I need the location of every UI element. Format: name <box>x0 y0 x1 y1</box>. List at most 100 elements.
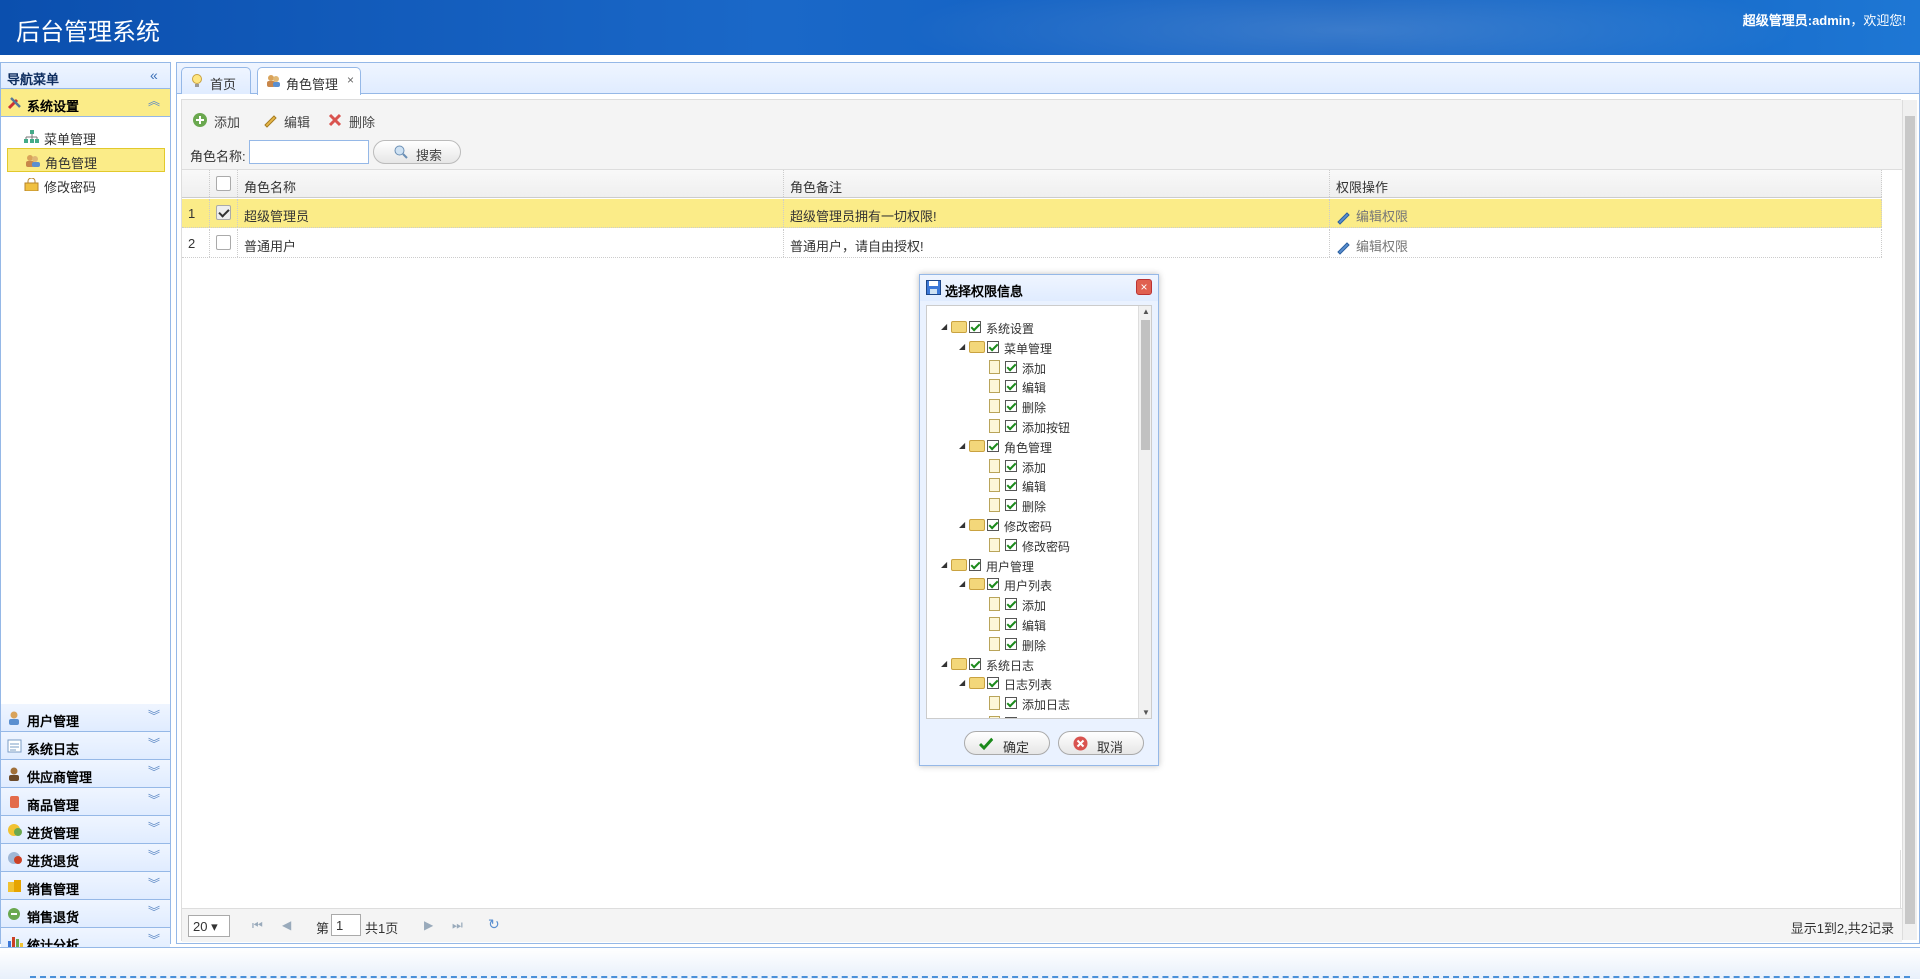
tree-checkbox[interactable] <box>969 321 981 333</box>
tab-role-management[interactable]: 角色管理 × <box>257 67 361 95</box>
section-user-management[interactable]: 用户管理 ︾ <box>1 704 170 732</box>
tree-node[interactable]: 添加日志 <box>927 694 1137 712</box>
page-size-select[interactable]: 20 ▾ <box>188 915 230 937</box>
expand-arrow-icon[interactable]: ◢ <box>959 342 967 351</box>
section-system-settings[interactable]: 系统设置 ︽ <box>1 89 170 117</box>
tree-scrollbar-thumb[interactable] <box>1141 320 1150 450</box>
tree-checkbox[interactable] <box>969 558 981 571</box>
search-button[interactable]: 搜索 <box>373 140 461 164</box>
expand-arrow-icon[interactable]: ◢ <box>959 520 967 529</box>
tree-node[interactable]: ◢ 系统设置 <box>927 318 1137 336</box>
sidebar-item-menu-management[interactable]: 菜单管理 <box>7 125 165 149</box>
page-number-input[interactable]: 1 <box>331 914 361 936</box>
tree-node[interactable]: 删除 <box>927 496 1137 514</box>
confirm-button[interactable]: 确定 <box>964 731 1050 755</box>
tree-checkbox[interactable] <box>1005 538 1017 551</box>
sidebar-item-change-password[interactable]: 修改密码 <box>7 173 165 197</box>
tree-checkbox[interactable] <box>1005 459 1017 472</box>
prev-page-icon[interactable]: ◀ <box>282 918 291 932</box>
tree-checkbox[interactable] <box>987 340 999 353</box>
tree-checkbox[interactable] <box>1005 360 1017 373</box>
section-sales-management[interactable]: 销售管理 ︾ <box>1 872 170 900</box>
tree-checkbox[interactable] <box>1005 400 1017 413</box>
tree-node[interactable]: 添加 <box>927 457 1137 475</box>
close-tab-icon[interactable]: × <box>347 73 354 87</box>
tab-home[interactable]: 首页 <box>181 67 251 94</box>
tree-node[interactable]: 编辑 <box>927 476 1137 494</box>
section-sales-return[interactable]: 销售退货 ︾ <box>1 900 170 928</box>
chevron-down-icon[interactable]: ︾ <box>148 794 160 806</box>
delete-button[interactable]: 删除 <box>327 110 387 130</box>
tree-checkbox[interactable] <box>1005 618 1017 630</box>
chevron-up-icon[interactable]: ︽ <box>148 95 160 107</box>
chevron-down-icon[interactable]: ︾ <box>148 850 160 862</box>
tree-node[interactable]: 修改密码 <box>927 536 1137 554</box>
tree-checkbox[interactable] <box>1005 499 1017 512</box>
chevron-down-icon[interactable]: ︾ <box>148 738 160 750</box>
tree-checkbox[interactable] <box>987 519 999 531</box>
tree-node[interactable]: 删除 <box>927 635 1137 653</box>
chevron-down-icon[interactable]: ︾ <box>148 878 160 890</box>
tree-node[interactable]: 编辑 <box>927 615 1137 633</box>
tree-node[interactable]: ◢ 用户管理 <box>927 556 1137 574</box>
tree-node[interactable]: 删除 <box>927 397 1137 415</box>
expand-arrow-icon[interactable]: ◢ <box>941 560 949 569</box>
section-system-log[interactable]: 系统日志 ︾ <box>1 732 170 760</box>
tree-checkbox[interactable] <box>1005 380 1017 393</box>
close-icon[interactable]: × <box>1136 279 1152 295</box>
tree-node[interactable]: 编辑 <box>927 377 1137 395</box>
expand-arrow-icon[interactable]: ◢ <box>959 579 967 588</box>
tree-node[interactable]: 删除 <box>927 714 1137 718</box>
scroll-up-icon[interactable]: ▲ <box>1142 307 1150 316</box>
table-row[interactable]: 2 普通用户 普通用户，请自由授权! 编辑权限 <box>182 229 1882 258</box>
last-page-icon[interactable]: ⏭ <box>452 918 463 933</box>
tree-checkbox[interactable] <box>969 657 981 670</box>
tree-node[interactable]: ◢ 菜单管理 <box>927 338 1137 356</box>
row-checkbox[interactable] <box>216 205 231 220</box>
expand-arrow-icon[interactable]: ◢ <box>959 678 967 687</box>
tree-node[interactable]: ◢ 日志列表 <box>927 674 1137 692</box>
tree-node[interactable]: 添加 <box>927 358 1137 376</box>
tree-node[interactable]: ◢ 角色管理 <box>927 437 1137 455</box>
add-button[interactable]: 添加 <box>192 110 252 130</box>
refresh-icon[interactable]: ↻ <box>488 916 500 933</box>
first-page-icon[interactable]: ⏮ <box>252 918 263 933</box>
tree-checkbox[interactable] <box>987 677 999 690</box>
section-product-management[interactable]: 商品管理 ︾ <box>1 788 170 816</box>
tree-node[interactable]: 添加按钮 <box>927 417 1137 435</box>
edit-permission-link[interactable]: 编辑权限 <box>1336 239 1408 255</box>
tree-node[interactable]: ◢ 系统日志 <box>927 655 1137 673</box>
section-purchase-return[interactable]: 进货退货 ︾ <box>1 844 170 872</box>
scrollbar-thumb[interactable] <box>1905 116 1915 924</box>
row-checkbox[interactable] <box>216 235 231 250</box>
chevron-down-icon[interactable]: ︾ <box>148 906 160 918</box>
column-header[interactable]: 权限操作 <box>1330 170 1882 197</box>
tree-node[interactable]: ◢ 用户列表 <box>927 575 1137 593</box>
tree-checkbox[interactable] <box>1005 717 1017 718</box>
sidebar-item-role-management[interactable]: 角色管理 <box>7 148 165 172</box>
tree-checkbox[interactable] <box>987 439 999 452</box>
role-name-search-input[interactable] <box>249 140 369 164</box>
expand-arrow-icon[interactable]: ◢ <box>941 659 949 668</box>
edit-button[interactable]: 编辑 <box>262 110 322 130</box>
tree-checkbox[interactable] <box>1005 420 1017 432</box>
cancel-button[interactable]: 取消 <box>1058 731 1144 755</box>
tree-checkbox[interactable] <box>1005 479 1017 492</box>
tree-node[interactable]: ◢ 修改密码 <box>927 516 1137 534</box>
select-all-checkbox[interactable] <box>216 176 231 191</box>
tree-checkbox[interactable] <box>987 578 999 591</box>
tree-scrollbar[interactable]: ▲ ▼ <box>1138 306 1151 718</box>
scroll-down-icon[interactable]: ▼ <box>1142 708 1150 717</box>
next-page-icon[interactable]: ▶ <box>424 918 433 932</box>
section-purchase-management[interactable]: 进货管理 ︾ <box>1 816 170 844</box>
tree-checkbox[interactable] <box>1005 598 1017 611</box>
edit-permission-link[interactable]: 编辑权限 <box>1336 209 1408 225</box>
main-scrollbar[interactable] <box>1902 100 1917 940</box>
section-supplier-management[interactable]: 供应商管理 ︾ <box>1 760 170 788</box>
chevron-down-icon[interactable]: ︾ <box>148 766 160 778</box>
tree-node[interactable]: 添加 <box>927 595 1137 613</box>
expand-arrow-icon[interactable]: ◢ <box>941 322 949 331</box>
chevron-down-icon[interactable]: ︾ <box>148 822 160 834</box>
table-row[interactable]: 1 超级管理员 超级管理员拥有一切权限! 编辑权限 <box>182 199 1882 228</box>
expand-arrow-icon[interactable]: ◢ <box>959 441 967 450</box>
